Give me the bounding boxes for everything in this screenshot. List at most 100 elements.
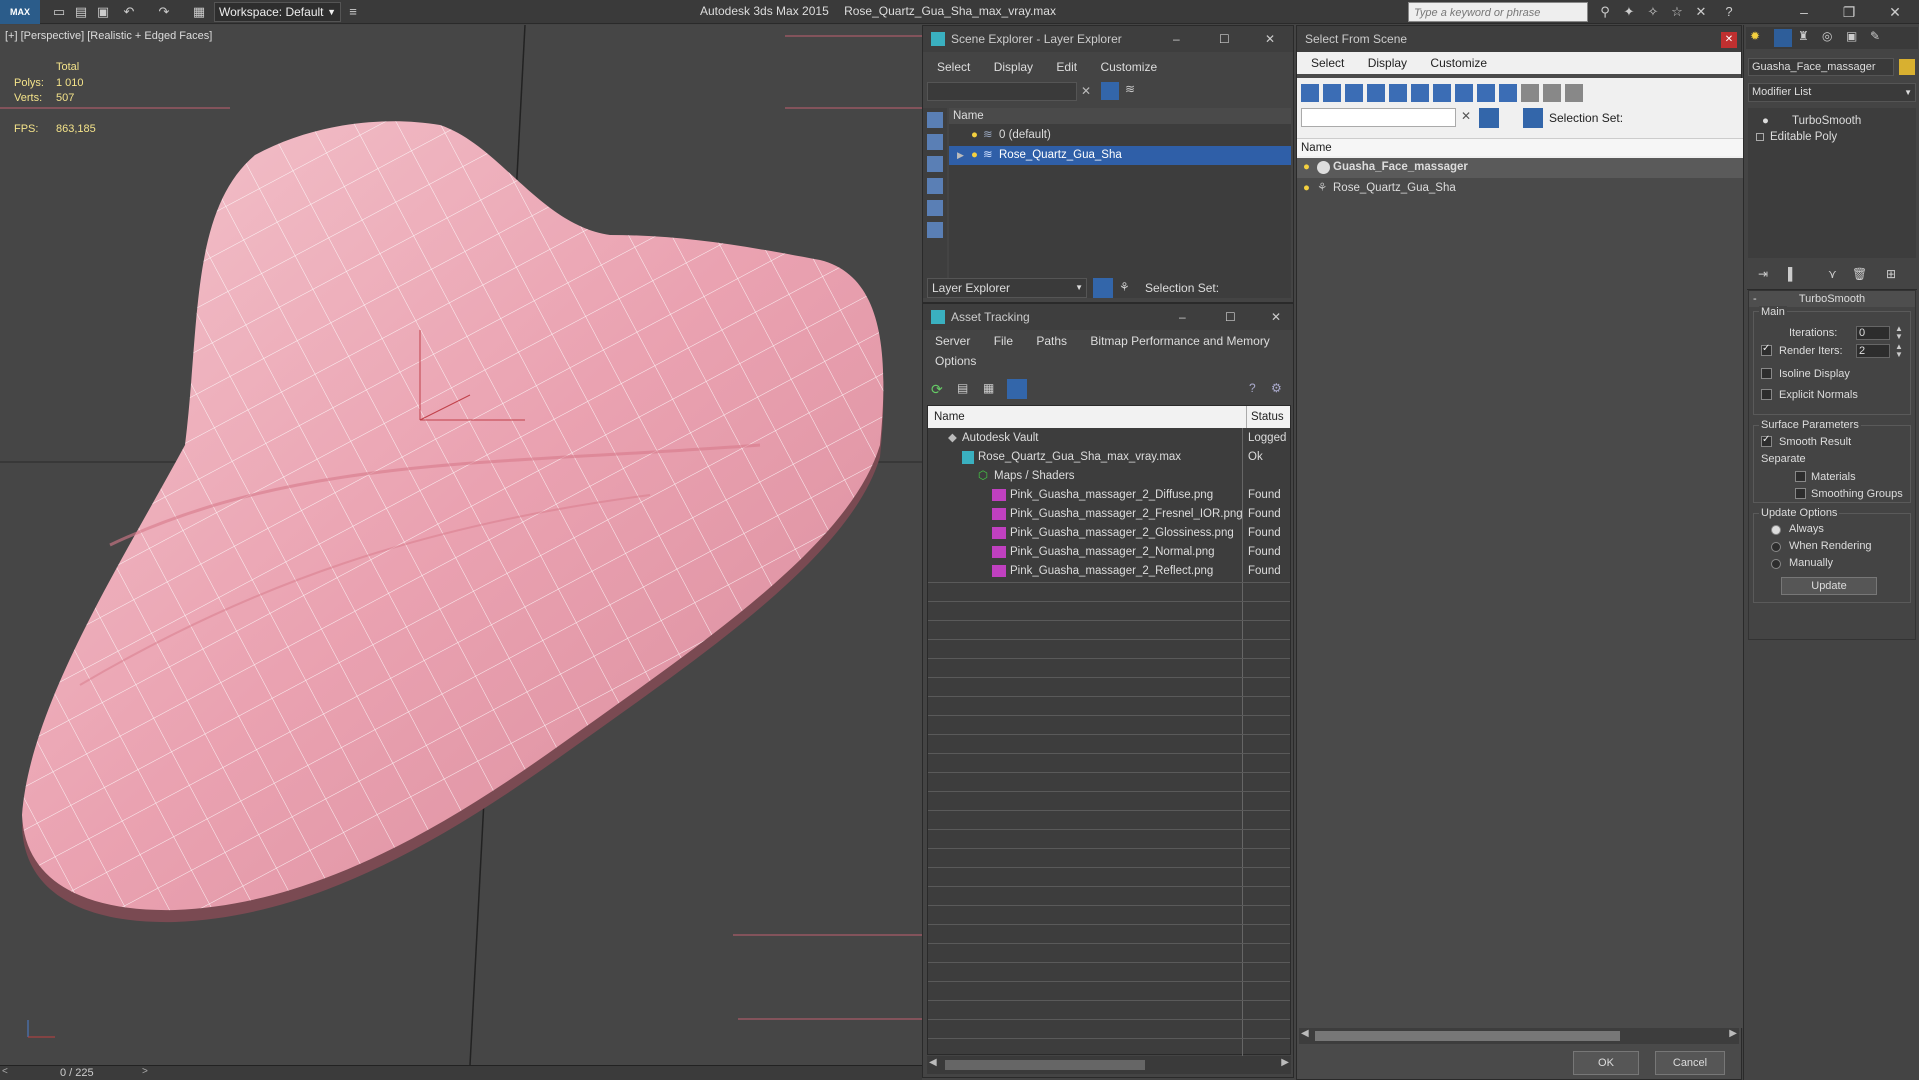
maximize-icon[interactable]: ☐ <box>1225 304 1236 330</box>
filter-containers-icon[interactable] <box>1499 84 1517 102</box>
render-iters-spinner[interactable]: 2 <box>1856 344 1890 358</box>
asset-row-glossiness[interactable]: Pink_Guasha_massager_2_Glossiness.png Fo… <box>928 524 1290 543</box>
collapse-icon[interactable]: - <box>1753 291 1757 307</box>
refresh-icon[interactable]: ⟳ <box>931 381 947 397</box>
help-icon[interactable]: ? <box>1249 381 1256 395</box>
iterations-spinner[interactable]: 0 <box>1856 326 1890 340</box>
time-prev-icon[interactable]: < <box>2 1066 8 1077</box>
display-tab-icon[interactable]: ▣ <box>1846 29 1857 43</box>
scroll-left-icon[interactable]: ◀ <box>929 1057 937 1068</box>
motion-tab-icon[interactable]: ◎ <box>1822 29 1832 43</box>
binoculars-icon[interactable]: ⚲ <box>1596 3 1614 21</box>
scroll-thumb[interactable] <box>1315 1031 1620 1041</box>
asset-row-vault[interactable]: ◆ Autodesk Vault Logged <box>928 429 1290 448</box>
menu-customize[interactable]: Customize <box>1090 56 1167 78</box>
select-from-scene-titlebar[interactable]: Select From Scene ✕ <box>1297 26 1741 52</box>
filter-icon[interactable] <box>1101 82 1119 100</box>
object-color-swatch[interactable] <box>1899 59 1915 75</box>
time-slider[interactable]: < 0 / 225 > <box>0 1065 922 1080</box>
asset-row-normal[interactable]: Pink_Guasha_massager_2_Normal.png Found <box>928 543 1290 562</box>
smooth-result-checkbox[interactable] <box>1761 434 1772 447</box>
isoline-display-checkbox[interactable] <box>1761 368 1772 379</box>
close-icon[interactable]: ✕ <box>1271 304 1281 330</box>
scene-explorer-search-field[interactable] <box>927 82 1077 101</box>
help-icon[interactable]: ? <box>1720 3 1738 21</box>
close-icon[interactable]: ✕ <box>1721 32 1737 48</box>
create-tab-icon[interactable]: ✹ <box>1750 29 1768 47</box>
menu-file[interactable]: File <box>984 330 1023 352</box>
menu-select[interactable]: Select <box>927 56 980 78</box>
filter-spacewarps-icon[interactable] <box>1411 84 1429 102</box>
when-rendering-radio[interactable] <box>1771 542 1781 552</box>
close-icon[interactable]: ✕ <box>1880 2 1910 22</box>
menu-customize[interactable]: Customize <box>1420 52 1497 74</box>
object-name-field[interactable]: Guasha_Face_massager <box>1748 58 1894 76</box>
lightbulb-icon[interactable]: ● <box>971 146 978 165</box>
project-folder-icon[interactable]: ▦ <box>190 3 208 21</box>
asset-row-maps[interactable]: ⬡ Maps / Shaders <box>928 467 1290 486</box>
undo-icon[interactable]: ↶ <box>120 3 138 21</box>
filter-lights-icon[interactable] <box>1345 84 1363 102</box>
layer-toggle-icon[interactable] <box>1093 278 1113 298</box>
menu-paths[interactable]: Paths <box>1026 330 1077 352</box>
display-spacewarps-icon[interactable] <box>927 222 943 238</box>
menu-bitmap-performance[interactable]: Bitmap Performance and Memory <box>1080 330 1279 352</box>
tree-row-rose-quartz[interactable]: ▶ ● ≋ Rose_Quartz_Gua_Sha <box>949 146 1291 165</box>
menu-edit[interactable]: Edit <box>1046 56 1087 78</box>
lightbulb-icon[interactable]: ● <box>1303 179 1310 198</box>
ok-button[interactable]: OK <box>1573 1051 1639 1075</box>
asset-row-reflect[interactable]: Pink_Guasha_massager_2_Reflect.png Found <box>928 562 1290 581</box>
object-row-guasha-face-massager[interactable]: ● Guasha_Face_massager <box>1297 158 1743 178</box>
clear-search-icon[interactable]: ✕ <box>1081 84 1091 98</box>
modify-tab-icon[interactable] <box>1774 29 1792 47</box>
explorer-type-dropdown[interactable]: Layer Explorer ▼ <box>927 278 1087 298</box>
lightbulb-icon[interactable]: ● <box>1303 158 1310 177</box>
tree-view-icon[interactable]: ▦ <box>983 381 999 397</box>
maximize-icon[interactable]: ☐ <box>1219 26 1230 52</box>
stack-item-editable-poly[interactable]: Editable Poly <box>1748 128 1916 147</box>
manually-radio[interactable] <box>1771 559 1781 569</box>
make-unique-icon[interactable]: ⋎ <box>1828 267 1837 281</box>
hierarchy-icon[interactable]: ⚘ <box>1119 280 1130 294</box>
display-lights-icon[interactable] <box>927 156 943 172</box>
column-header-name[interactable]: Name <box>934 411 965 423</box>
table-view-icon[interactable] <box>1007 379 1027 399</box>
tree-row-default-layer[interactable]: ● ≋ 0 (default) <box>949 126 1291 145</box>
render-iters-checkbox[interactable] <box>1761 343 1772 356</box>
scene-explorer-titlebar[interactable]: Scene Explorer - Layer Explorer – ☐ ✕ <box>923 26 1293 52</box>
search-input[interactable]: Type a keyword or phrase <box>1408 2 1588 22</box>
menu-display[interactable]: Display <box>1358 52 1417 74</box>
object-row-rose-quartz[interactable]: ● ⚘ Rose_Quartz_Gua_Sha <box>1297 179 1743 198</box>
menu-options[interactable]: Options <box>925 350 986 372</box>
scroll-left-icon[interactable]: ◀ <box>1301 1028 1309 1039</box>
display-children-icon[interactable] <box>1523 108 1543 128</box>
open-file-icon[interactable]: ▤ <box>72 3 90 21</box>
list-view-icon[interactable]: ▤ <box>957 381 973 397</box>
minimize-icon[interactable]: – <box>1173 26 1180 52</box>
smoothing-groups-checkbox[interactable] <box>1795 488 1806 499</box>
modifier-list-dropdown[interactable]: Modifier List ▼ <box>1748 83 1916 102</box>
asset-tracking-titlebar[interactable]: Asset Tracking – ☐ ✕ <box>923 304 1293 330</box>
redo-icon[interactable]: ↷ <box>155 3 173 21</box>
display-cameras-icon[interactable] <box>927 178 943 194</box>
asset-row-diffuse[interactable]: Pink_Guasha_massager_2_Diffuse.png Found <box>928 486 1290 505</box>
filter-shapes-icon[interactable] <box>1323 84 1341 102</box>
hierarchy-tab-icon[interactable]: ♜ <box>1798 29 1809 43</box>
display-shapes-icon[interactable] <box>927 134 943 150</box>
expand-box-icon[interactable] <box>1756 133 1764 141</box>
column-header-name[interactable]: Name <box>949 108 1291 124</box>
filter-hidden-icon[interactable] <box>1543 84 1561 102</box>
select-horizontal-scrollbar[interactable]: ◀ ▶ <box>1299 1028 1739 1044</box>
subscription-icon[interactable]: ✦ <box>1620 3 1638 21</box>
filter-frozen-icon[interactable] <box>1521 84 1539 102</box>
find-field[interactable] <box>1301 108 1456 127</box>
filter-cameras-icon[interactable] <box>1367 84 1385 102</box>
asset-row-max-file[interactable]: Rose_Quartz_Gua_Sha_max_vray.max Ok <box>928 448 1290 467</box>
filter-display-all-icon[interactable] <box>1565 84 1583 102</box>
asset-horizontal-scrollbar[interactable]: ◀ ▶ <box>927 1056 1291 1074</box>
filter-geometry-icon[interactable] <box>1301 84 1319 102</box>
scroll-right-icon[interactable]: ▶ <box>1729 1028 1737 1039</box>
remove-modifier-icon[interactable]: 🗑 <box>1852 267 1867 281</box>
explicit-normals-checkbox[interactable] <box>1761 389 1772 400</box>
filter-xrefs-icon[interactable] <box>1455 84 1473 102</box>
